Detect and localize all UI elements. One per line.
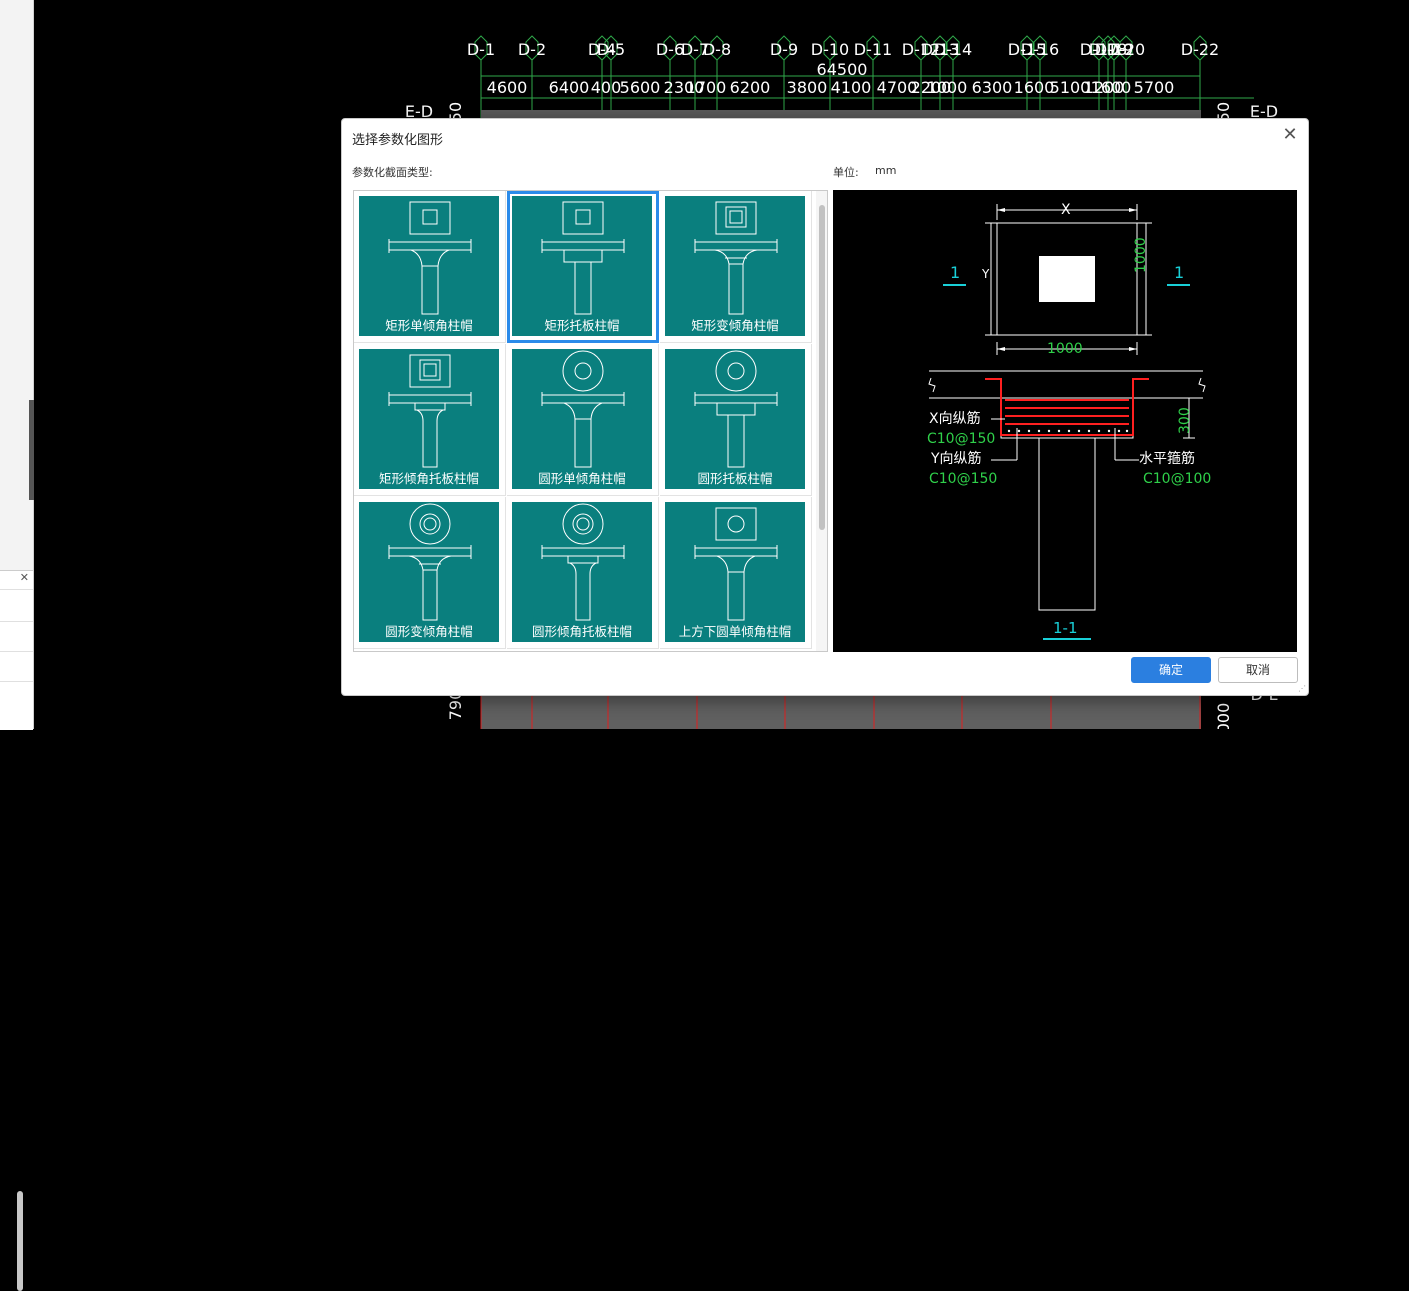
shape-option[interactable]: 圆形倾角托板柱帽 [507, 497, 659, 649]
cad-label: D-5 [597, 40, 625, 59]
x-rebar-label: X向纵筋 [929, 411, 981, 427]
x-rebar-value: C10@150 [927, 431, 996, 447]
cad-label: 400 [591, 78, 622, 97]
subpanel-divider [0, 651, 33, 652]
left-subpanel: ✕ [0, 570, 33, 1291]
shape-label: 矩形倾角托板柱帽 [378, 471, 479, 486]
shape-label: 矩形单倾角柱帽 [385, 318, 473, 333]
dim-bottom-label: 1000 [1047, 341, 1083, 357]
ok-button[interactable]: 确定 [1131, 657, 1211, 683]
stirrup-value: C10@100 [1143, 471, 1212, 487]
shape-thumbnail: 矩形托板柱帽 [512, 196, 652, 336]
dialog-title: 选择参数化图形 [352, 133, 444, 148]
cad-label: D-22 [1181, 40, 1219, 59]
cad-label: 6400 [549, 78, 590, 97]
shape-label: 圆形托板柱帽 [697, 471, 773, 486]
shape-label: 矩形变倾角柱帽 [691, 318, 779, 333]
dim-height-label: 300 [1177, 407, 1193, 434]
subpanel-divider [0, 621, 33, 622]
y-rebar-value: C10@150 [929, 471, 998, 487]
cad-label: 4100 [831, 78, 872, 97]
cad-label: 1700 [686, 78, 727, 97]
shape-thumbnail: 圆形变倾角柱帽 [359, 502, 499, 642]
cad-label: 5600 [620, 78, 661, 97]
dim-y-label: Y [982, 267, 990, 281]
close-icon[interactable]: ✕ [20, 571, 29, 584]
shape-thumbnail: 圆形托板柱帽 [665, 349, 805, 489]
shape-label: 圆形单倾角柱帽 [538, 471, 626, 486]
cad-label: 64500 [817, 60, 868, 79]
select-parametric-shape-dialog: 选择参数化图形 ✕ 参数化截面类型: 单位: mm 矩形单倾角柱帽 矩形托板柱帽矩… [341, 118, 1309, 696]
close-icon[interactable]: ✕ [1280, 125, 1300, 145]
cad-label: D-16 [1021, 40, 1059, 59]
shape-thumbnail: 矩形倾角托板柱帽 [359, 349, 499, 489]
cad-label: 6200 [730, 78, 771, 97]
subpanel-divider [0, 681, 33, 682]
section-mark-right: 1 [1174, 263, 1185, 282]
shape-label: 矩形托板柱帽 [544, 318, 620, 333]
preview-drawing [928, 204, 1206, 640]
gallery-scrollbar[interactable] [816, 191, 827, 651]
shape-thumbnail: 圆形倾角托板柱帽 [512, 502, 652, 642]
cad-label: D-10 [811, 40, 849, 59]
shape-thumbnail: 矩形单倾角柱帽 [359, 196, 499, 336]
cad-label: D-8 [703, 40, 731, 59]
cad-label: D-1 [467, 40, 495, 59]
cad-label: 1600 [1091, 78, 1132, 97]
shape-label: 上方下圆单倾角柱帽 [678, 624, 792, 639]
subpanel-scrollbar[interactable] [17, 1191, 23, 1291]
cad-label: 6300 [972, 78, 1013, 97]
cad-label: D-9 [770, 40, 798, 59]
cad-label: D-11 [854, 40, 892, 59]
shape-thumbnail: 上方下圆单倾角柱帽 [665, 502, 805, 642]
shape-option[interactable]: 矩形变倾角柱帽 [660, 191, 812, 343]
shape-option[interactable]: 矩形单倾角柱帽 [354, 191, 506, 343]
left-panel-strip: ✕ [0, 0, 34, 1291]
section-type-label: 参数化截面类型: [352, 166, 433, 179]
shape-option[interactable]: 矩形托板柱帽 [507, 191, 659, 343]
dim-x-label: X [1061, 202, 1071, 218]
y-rebar-label: Y向纵筋 [931, 451, 982, 467]
unit-label: 单位: [833, 166, 859, 179]
shape-option[interactable]: 矩形倾角托板柱帽 [354, 344, 506, 496]
cad-label: D-2 [518, 40, 546, 59]
shape-option[interactable]: 圆形托板柱帽 [660, 344, 812, 496]
shape-gallery: 矩形单倾角柱帽 矩形托板柱帽 矩形变倾角柱帽矩形倾角托板柱帽 圆形单倾角柱帽 圆形托板柱… [353, 190, 828, 652]
shape-label: 圆形倾角托板柱帽 [531, 624, 632, 639]
dim-right-label: 1000 [1133, 237, 1149, 273]
gallery-scrollbar-thumb[interactable] [819, 205, 825, 530]
subpanel-divider [0, 589, 33, 590]
stirrup-label: 水平箍筋 [1139, 451, 1195, 467]
cad-label: 1000 [927, 78, 968, 97]
shape-label: 圆形变倾角柱帽 [385, 624, 473, 639]
shape-option[interactable]: 上方下圆单倾角柱帽 [660, 497, 812, 649]
section-title: 1-1 [1053, 619, 1078, 637]
cad-label: 5700 [1134, 78, 1175, 97]
shape-thumbnail: 矩形变倾角柱帽 [665, 196, 805, 336]
cad-label: 000 [1214, 703, 1233, 729]
cancel-button[interactable]: 取消 [1218, 657, 1298, 683]
cad-label: D-20 [1107, 40, 1145, 59]
cad-label: 4600 [487, 78, 528, 97]
shape-option[interactable]: 圆形变倾角柱帽 [354, 497, 506, 649]
shape-option[interactable]: 圆形单倾角柱帽 [507, 344, 659, 496]
section-mark-left: 1 [950, 263, 961, 282]
shape-preview: X Y 1000 1000 1 1 300 X向纵筋 C10@150 Y向纵筋 … [833, 190, 1297, 652]
cad-label: D-14 [934, 40, 972, 59]
resize-grip-icon[interactable]: ⋰ [1298, 685, 1306, 693]
cad-label: 3800 [787, 78, 828, 97]
unit-value: mm [875, 164, 897, 177]
cad-label: 1600 [1014, 78, 1055, 97]
shape-thumbnail: 圆形单倾角柱帽 [512, 349, 652, 489]
